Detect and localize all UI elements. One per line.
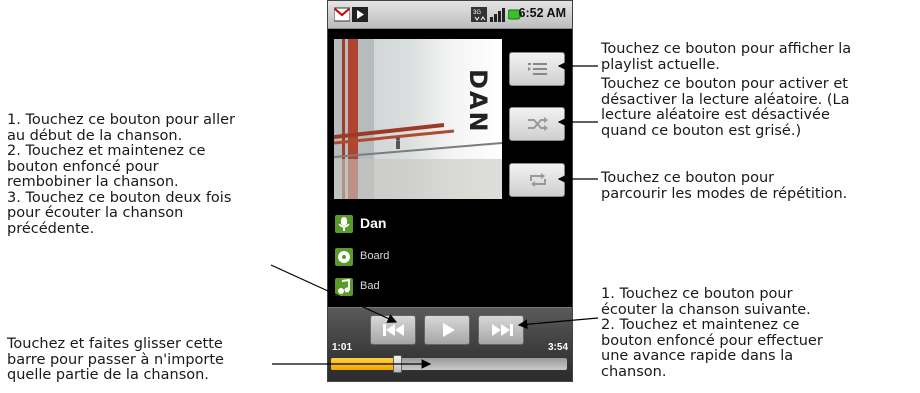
artist-name: Bad — [360, 280, 380, 292]
seek-progress — [331, 358, 398, 370]
album-name: Board — [360, 250, 390, 262]
shuffle-button[interactable] — [509, 107, 565, 141]
repeat-button-annotation: Touchez ce bouton pour parcourir les mod… — [601, 170, 848, 202]
previous-icon — [383, 324, 404, 336]
seek-bar[interactable] — [331, 358, 567, 370]
phone-screen: 3G 6:52 AM DAN Dan Board Bad 1:01 3:54 — [327, 0, 573, 382]
repeat-icon — [530, 173, 546, 187]
play-icon — [443, 323, 455, 337]
svg-text:3G: 3G — [473, 10, 481, 16]
album-art-title: DAN — [464, 69, 492, 134]
microphone-icon — [335, 215, 353, 233]
status-time: 6:52 AM — [518, 6, 566, 20]
music-note-icon — [335, 278, 353, 296]
disc-icon — [335, 248, 353, 266]
play-button[interactable] — [424, 315, 470, 345]
track-title: Dan — [360, 215, 387, 231]
previous-button[interactable] — [370, 315, 416, 345]
playlist-button[interactable] — [509, 52, 565, 86]
status-bar: 3G 6:52 AM — [328, 1, 572, 29]
total-duration: 3:54 — [547, 342, 568, 353]
shuffle-button-annotation: Touchez ce bouton pour activer et désact… — [601, 76, 850, 139]
3g-icon: 3G — [471, 7, 487, 22]
seek-handle[interactable] — [393, 355, 403, 373]
next-icon — [492, 324, 513, 336]
album-art: DAN — [334, 39, 502, 199]
repeat-button[interactable] — [509, 163, 565, 197]
elapsed-time: 1:01 — [332, 342, 353, 353]
playback-controls: 1:01 3:54 — [328, 307, 572, 381]
playlist-icon — [528, 63, 547, 75]
next-button[interactable] — [478, 315, 524, 345]
gmail-icon — [333, 7, 351, 22]
seek-bar-annotation: Touchez et faites glisser cette barre po… — [7, 336, 224, 383]
play-icon — [352, 7, 368, 22]
previous-button-annotation: 1. Touchez ce bouton pour aller au début… — [7, 112, 235, 237]
next-button-annotation: 1. Touchez ce bouton pour écouter la cha… — [601, 286, 823, 380]
shuffle-icon — [528, 117, 548, 131]
playlist-button-annotation: Touchez ce bouton pour afficher la playl… — [601, 41, 852, 73]
signal-icon — [489, 7, 505, 22]
